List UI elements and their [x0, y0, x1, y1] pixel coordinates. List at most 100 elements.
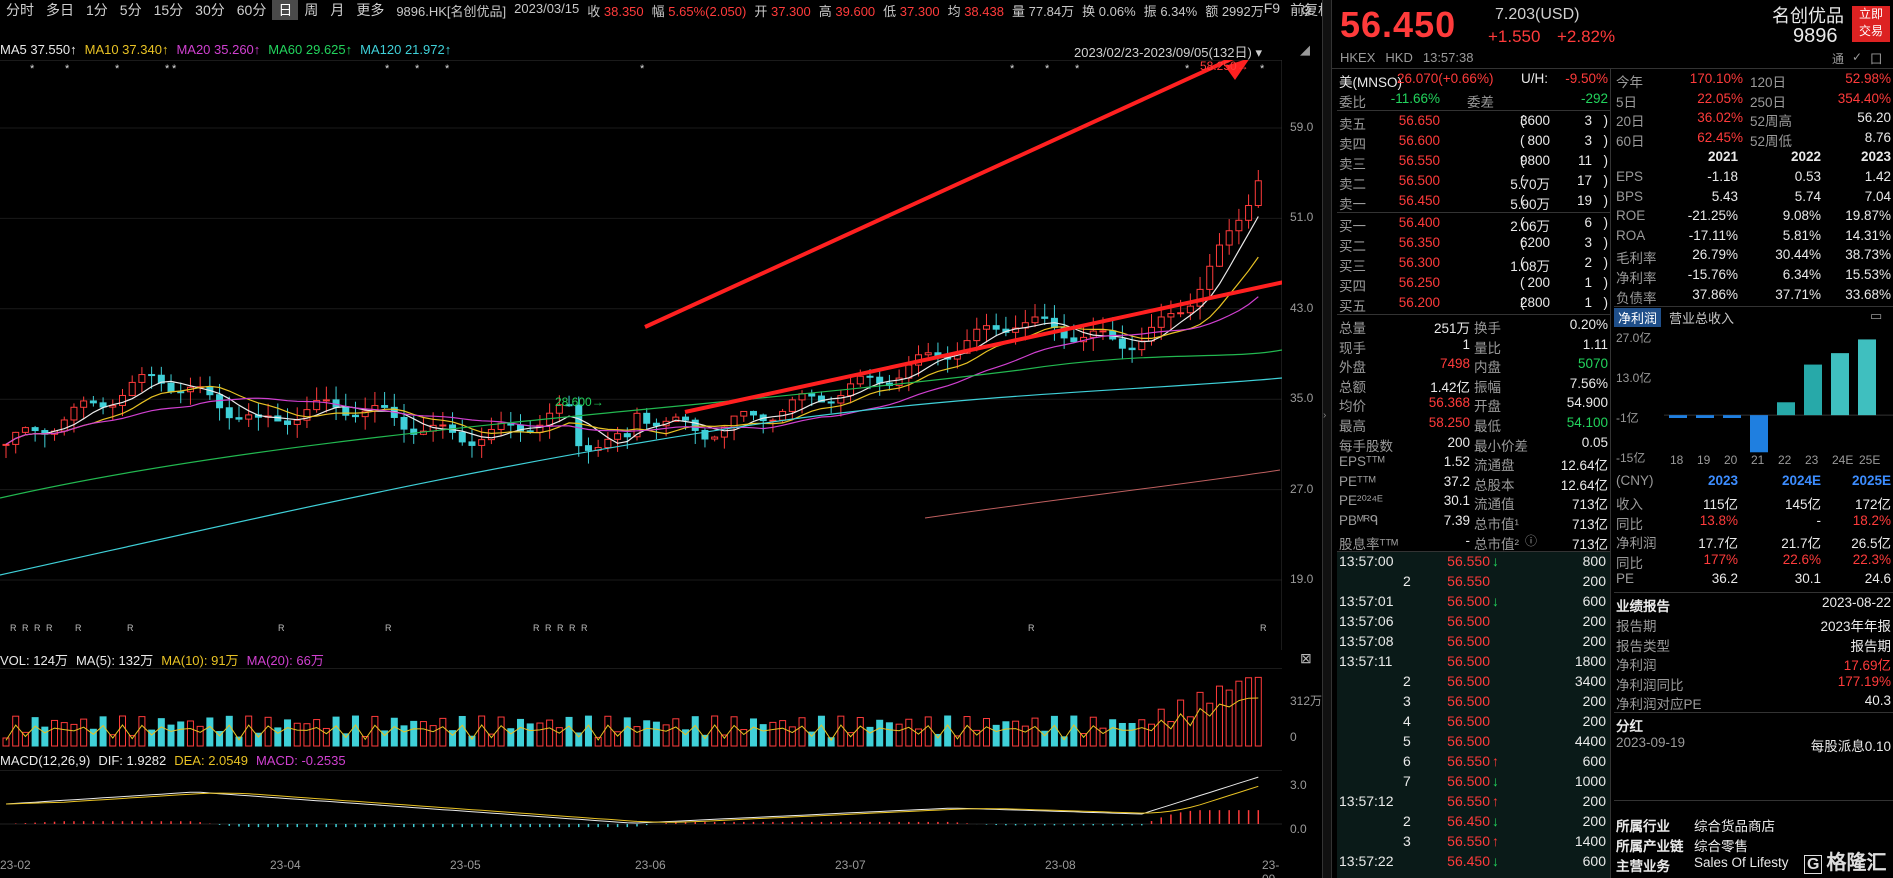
tab-timeframe-6[interactable]: 60分 — [231, 0, 273, 20]
ask-price: 56.650 — [1398, 113, 1440, 128]
ask-count-close: ) — [1603, 133, 1609, 148]
ask-label: 卖一 — [1339, 197, 1366, 212]
tab-timeframe-5[interactable]: 30分 — [189, 0, 231, 20]
event-star-icon[interactable]: * — [1075, 63, 1080, 75]
date-range[interactable]: 2023/02/23-2023/09/05(132日) ▾ — [1074, 42, 1262, 61]
event-star-icon[interactable]: * — [1260, 63, 1265, 75]
bid-price: 56.350 — [1398, 235, 1440, 250]
tick-qty: 800 — [1582, 553, 1606, 569]
price-tick-2: 43.0 — [1290, 300, 1314, 315]
commit-ratio-label: 委比 — [1339, 95, 1366, 110]
tab-timeframe-0[interactable]: 分时 — [0, 0, 40, 20]
amp-info: 幅 5.65%(2.050) — [651, 3, 747, 19]
tab-timeframe-9[interactable]: 月 — [324, 0, 350, 20]
close-info: 收 38.350 — [587, 3, 644, 19]
date-axis: 23-02 23-04 23-05 23-06 23-07 23-08 23-09 — [0, 856, 1282, 878]
tick-price: 56.500 — [1447, 693, 1490, 709]
tab-timeframe-10[interactable]: 更多 — [350, 0, 390, 20]
tab-timeframe-1[interactable]: 多日 — [40, 0, 80, 20]
event-star-icon[interactable]: * — [640, 63, 645, 75]
industry-value: 综合零售 — [1694, 839, 1748, 854]
gear-icon[interactable]: ⚙ — [1300, 2, 1313, 19]
tick-row: 5 56.500 4400 — [1337, 732, 1610, 752]
toolbar-action-0[interactable]: F9 — [1264, 0, 1280, 20]
tick-qty: 200 — [1582, 613, 1606, 629]
ask-count-num: 3 — [1584, 133, 1592, 148]
forecast-currency: (CNY) — [1616, 473, 1654, 488]
stat-value: 56.368 — [1428, 395, 1470, 411]
ask-label: 卖三 — [1339, 157, 1366, 172]
forecast-year: 2024E — [1781, 473, 1821, 488]
tick-time: 4 — [1403, 713, 1411, 729]
event-star-icon[interactable]: * — [415, 63, 420, 75]
volume-chart[interactable] — [0, 668, 1282, 748]
panel-divider[interactable]: › — [1322, 0, 1332, 878]
event-star-icon[interactable]: * — [115, 63, 120, 75]
stat-label: 总量 — [1339, 321, 1366, 336]
commit-ratio: -11.66% — [1390, 91, 1440, 106]
event-star-icon[interactable]: * — [165, 63, 170, 75]
perf-value: 62.45% — [1697, 129, 1743, 145]
ask-label: 卖五 — [1339, 117, 1366, 132]
ask-row: 卖四 56.600 800(3) — [1337, 132, 1610, 152]
stat-value: 1.52 — [1443, 454, 1470, 470]
tick-time: 7 — [1403, 773, 1411, 789]
fin-value: 5.81% — [1782, 227, 1821, 243]
price-tick-5: 19.0 — [1290, 572, 1314, 586]
event-star-icon[interactable]: * — [1010, 63, 1015, 75]
tick-price: 56.500 — [1447, 633, 1490, 649]
stat-label-2: 最低 — [1474, 419, 1501, 434]
perf-label-2: 120日 — [1750, 75, 1787, 90]
bid-count-close: ) — [1603, 295, 1609, 310]
fin-year-row: 2021 2022 2023 — [1614, 148, 1893, 168]
vol-legend: VOL: 124万 MA(5): 132万 MA(10): 91万 MA(20)… — [0, 650, 324, 669]
fin-row: 毛利率 26.79% 30.44% 38.73% — [1614, 246, 1893, 266]
bid-row: 买二 56.350 6200(3) — [1337, 234, 1610, 254]
bid-count-num: 1 — [1584, 295, 1592, 310]
collapse-icon[interactable]: ◢ — [1300, 42, 1310, 58]
event-star-icon[interactable]: * — [172, 63, 177, 75]
stat-row: 均价 56.368 开盘 54.900 — [1337, 394, 1610, 414]
industry-label: 主营业务 — [1616, 859, 1670, 874]
tab-timeframe-4[interactable]: 15分 — [148, 0, 190, 20]
tab-timeframe-8[interactable]: 周 — [298, 0, 324, 20]
rev-tabs: 净利润 营业总收入 — [1614, 308, 1734, 327]
connect-icon[interactable]: 通 — [1832, 50, 1844, 67]
stat-label: 股息率ᵀᵀᴹ — [1339, 536, 1399, 552]
check-icon[interactable]: ✓ — [1852, 50, 1862, 67]
bid-qty: 2.06万 — [1510, 219, 1550, 234]
macd-chart[interactable] — [0, 770, 1282, 854]
ask-count-open: ( — [1520, 153, 1525, 168]
tab-timeframe-7[interactable]: 日 — [272, 0, 299, 20]
event-star-icon[interactable]: * — [1045, 63, 1050, 75]
event-star-icon[interactable]: * — [65, 63, 70, 75]
tab-net-profit[interactable]: 净利润 — [1614, 308, 1662, 327]
industry-row: 所属行业 综合货品商店 — [1614, 814, 1893, 834]
candlestick-chart[interactable]: * * * * * * * * * * * * * *R R R R R R R R R R R R R R R58.250→28.6… — [0, 60, 1282, 650]
tick-list[interactable]: 13:57:00 56.550 ↓ 800 2 56.550 200 13:57:01 56.5… — [1337, 552, 1610, 878]
tab-timeframe-2[interactable]: 1分 — [80, 0, 114, 20]
info-icon[interactable]: ⓘ — [1525, 532, 1537, 549]
stat-label: 现手 — [1339, 340, 1366, 356]
tick-qty: 200 — [1582, 813, 1606, 829]
forecast-row: 收入 115亿 145亿 172亿 — [1614, 492, 1893, 512]
fin-value: 0.53 — [1794, 169, 1821, 184]
event-star-icon[interactable]: * — [1185, 63, 1190, 75]
tab-timeframe-3[interactable]: 5分 — [114, 0, 148, 20]
report-label: 净利润对应PE — [1616, 697, 1702, 713]
window-icon[interactable]: 囗 — [1870, 50, 1882, 67]
expand-icon[interactable]: ▭ — [1870, 308, 1882, 324]
trade-now-button[interactable]: 立即 交易 — [1852, 6, 1890, 42]
event-star-icon[interactable]: * — [30, 63, 35, 75]
tab-revenue[interactable]: 营业总收入 — [1669, 308, 1734, 327]
tick-time: 13:57:01 — [1339, 593, 1394, 609]
forecast-row: 同比 13.8% - 18.2% — [1614, 512, 1893, 532]
event-star-icon[interactable]: * — [445, 63, 450, 75]
event-star-icon[interactable]: * — [385, 63, 390, 75]
report-row: 净利润对应PE 40.3 — [1614, 692, 1893, 712]
macd-title: MACD(12,26,9) — [0, 753, 91, 768]
report-label: 报告类型 — [1616, 638, 1670, 654]
price-change-pct: +2.82% — [1557, 27, 1616, 46]
ex-right-marker: R — [581, 623, 588, 633]
close-icon[interactable]: ⊠ — [1300, 650, 1312, 667]
